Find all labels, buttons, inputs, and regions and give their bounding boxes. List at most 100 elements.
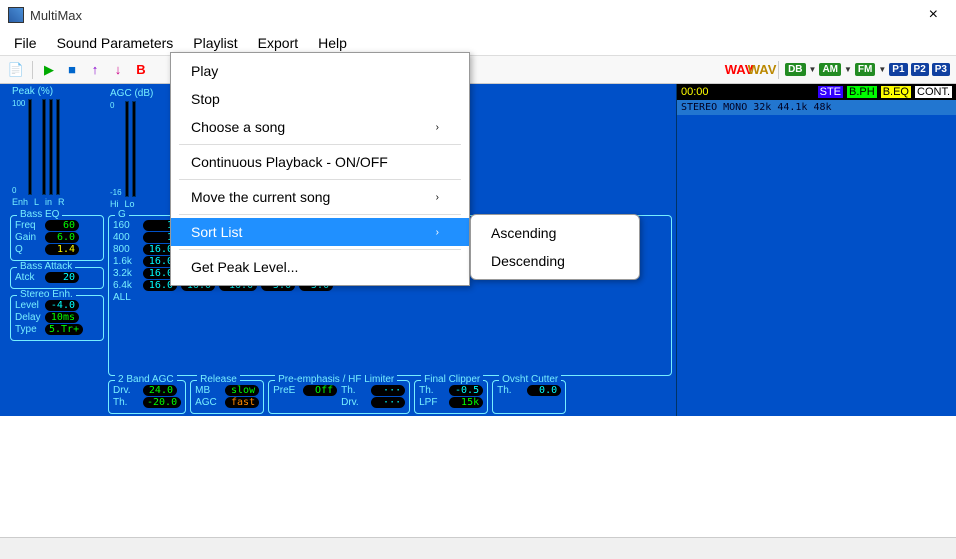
meter-label-enh: Enh — [12, 197, 28, 207]
p1-badge[interactable]: P1 — [889, 63, 907, 76]
g-row-6-4k: 6.4k — [113, 280, 139, 291]
meter-enh — [28, 99, 32, 195]
delay-value[interactable]: 10ms — [45, 312, 79, 323]
sort-ascending[interactable]: Ascending — [471, 219, 639, 247]
playlist-stop[interactable]: Stop — [171, 85, 469, 113]
playlist-peak[interactable]: Get Peak Level... — [171, 253, 469, 281]
atck-value[interactable]: 20 — [45, 272, 79, 283]
pre-th-value[interactable]: ··· — [371, 385, 405, 396]
level-meters: Peak (%) 100 0 Enh L in R — [10, 84, 104, 209]
menu-file[interactable]: File — [4, 32, 47, 54]
g-row-160: 160 — [113, 220, 139, 231]
separator — [179, 249, 461, 250]
meter-label-in: in — [45, 197, 52, 207]
bass-attack-title: Bass Attack — [17, 261, 75, 272]
release-title: Release — [197, 374, 240, 385]
fc-lpf-label: LPF — [419, 397, 445, 408]
meter-label-hi: Hi — [110, 199, 119, 209]
p3-badge[interactable]: P3 — [932, 63, 950, 76]
app-icon — [8, 7, 24, 23]
agc-th-value[interactable]: -20.0 — [143, 397, 181, 408]
level-value[interactable]: -4.0 — [45, 300, 79, 311]
ov-th-value[interactable]: 0.0 — [527, 385, 561, 396]
menu-export[interactable]: Export — [248, 32, 308, 54]
menu-playlist[interactable]: Playlist — [183, 32, 247, 54]
freq-label: Freq — [15, 220, 41, 231]
down-button[interactable]: ↓ — [108, 60, 128, 80]
stereo-enh-title: Stereo Enh. — [17, 289, 76, 300]
g-row-1-6k: 1.6k — [113, 256, 139, 267]
final-clipper-title: Final Clipper — [421, 374, 483, 385]
b-button[interactable]: B — [131, 60, 151, 80]
new-button[interactable]: 📄 — [6, 60, 26, 80]
meter-in — [49, 99, 53, 195]
meter-l — [42, 99, 46, 195]
freq-value[interactable]: 60 — [45, 220, 79, 231]
playlist-stop-label: Stop — [191, 91, 220, 107]
playlist-move[interactable]: Move the current song› — [171, 183, 469, 211]
chevron-down-icon[interactable]: ▼ — [809, 65, 817, 74]
stereo-enh-group: Stereo Enh. Level-4.0 Delay10ms Type5.Tr… — [10, 295, 104, 341]
gain-value[interactable]: 6.0 — [45, 232, 79, 243]
playlist-continuous[interactable]: Continuous Playback - ON/OFF — [171, 148, 469, 176]
player-time: 00:00 — [681, 86, 709, 98]
q-value[interactable]: 1.4 — [45, 244, 79, 255]
ste-badge[interactable]: STE — [818, 86, 843, 98]
fc-lpf-value[interactable]: 15k — [449, 397, 483, 408]
menu-help[interactable]: Help — [308, 32, 357, 54]
player-sub-header[interactable]: STEREO MONO 32k 44.1k 48k — [677, 100, 956, 115]
beq-badge[interactable]: B.EQ — [881, 86, 911, 98]
agc-rel-value[interactable]: fast — [225, 397, 259, 408]
cont-badge[interactable]: CONT. — [915, 86, 952, 98]
agc-rel-label: AGC — [195, 397, 221, 408]
db-badge[interactable]: DB — [785, 63, 805, 76]
close-button[interactable]: × — [919, 2, 948, 28]
fc-th-value[interactable]: -0.5 — [449, 385, 483, 396]
meter-label-r: R — [58, 197, 65, 207]
final-clipper-group: Final Clipper Th.-0.5 LPF15k — [414, 380, 488, 414]
am-badge[interactable]: AM — [819, 63, 841, 76]
wav-button-2[interactable]: WAV — [752, 60, 772, 80]
pree-value[interactable]: Off — [303, 385, 337, 396]
sort-descending-label: Descending — [491, 253, 565, 269]
q-label: Q — [15, 244, 41, 255]
mb-label: MB — [195, 385, 221, 396]
up-button[interactable]: ↑ — [85, 60, 105, 80]
fm-badge[interactable]: FM — [855, 63, 875, 76]
title-bar: MultiMax × — [0, 0, 956, 30]
menu-bar: File Sound Parameters Playlist Export He… — [0, 30, 956, 56]
g-row-all: ALL — [113, 292, 139, 303]
release-group: Release MBslow AGCfast — [190, 380, 264, 414]
playlist-play-label: Play — [191, 63, 218, 79]
menu-sound-parameters[interactable]: Sound Parameters — [47, 32, 184, 54]
mb-value[interactable]: slow — [225, 385, 259, 396]
separator — [179, 179, 461, 180]
playlist-choose[interactable]: Choose a song› — [171, 113, 469, 141]
player-header: 00:00 STE B.PH B.EQ CONT. — [677, 84, 956, 100]
stop-button[interactable]: ■ — [62, 60, 82, 80]
agc-scale-top: 0 — [110, 101, 122, 110]
chevron-down-icon[interactable]: ▼ — [878, 65, 886, 74]
delay-label: Delay — [15, 312, 41, 323]
status-bar — [0, 537, 956, 559]
agc-meters: AGC (dB) 0 -16 Hi Lo — [108, 86, 164, 211]
ovsht-title: Ovsht Cutter — [499, 374, 561, 385]
bph-badge[interactable]: B.PH — [847, 86, 877, 98]
playlist-play[interactable]: Play — [171, 57, 469, 85]
sort-descending[interactable]: Descending — [471, 247, 639, 275]
type-value[interactable]: 5.Tr+ — [45, 324, 83, 335]
scale-100: 100 — [12, 99, 25, 108]
chevron-right-icon: › — [436, 192, 439, 203]
agc-drv-label: Drv. — [113, 385, 139, 396]
chevron-down-icon[interactable]: ▼ — [844, 65, 852, 74]
agc-drv-value[interactable]: 24.0 — [143, 385, 177, 396]
level-label: Level — [15, 300, 41, 311]
playlist-sort[interactable]: Sort List› — [171, 218, 469, 246]
g-row-800: 800 — [113, 244, 139, 255]
agc-th-label: Th. — [113, 397, 139, 408]
play-button[interactable]: ▶ — [39, 60, 59, 80]
chevron-right-icon: › — [436, 122, 439, 133]
pre-drv-value[interactable]: ··· — [371, 397, 405, 408]
wav-button-1[interactable]: WAV — [729, 60, 749, 80]
p2-badge[interactable]: P2 — [911, 63, 929, 76]
